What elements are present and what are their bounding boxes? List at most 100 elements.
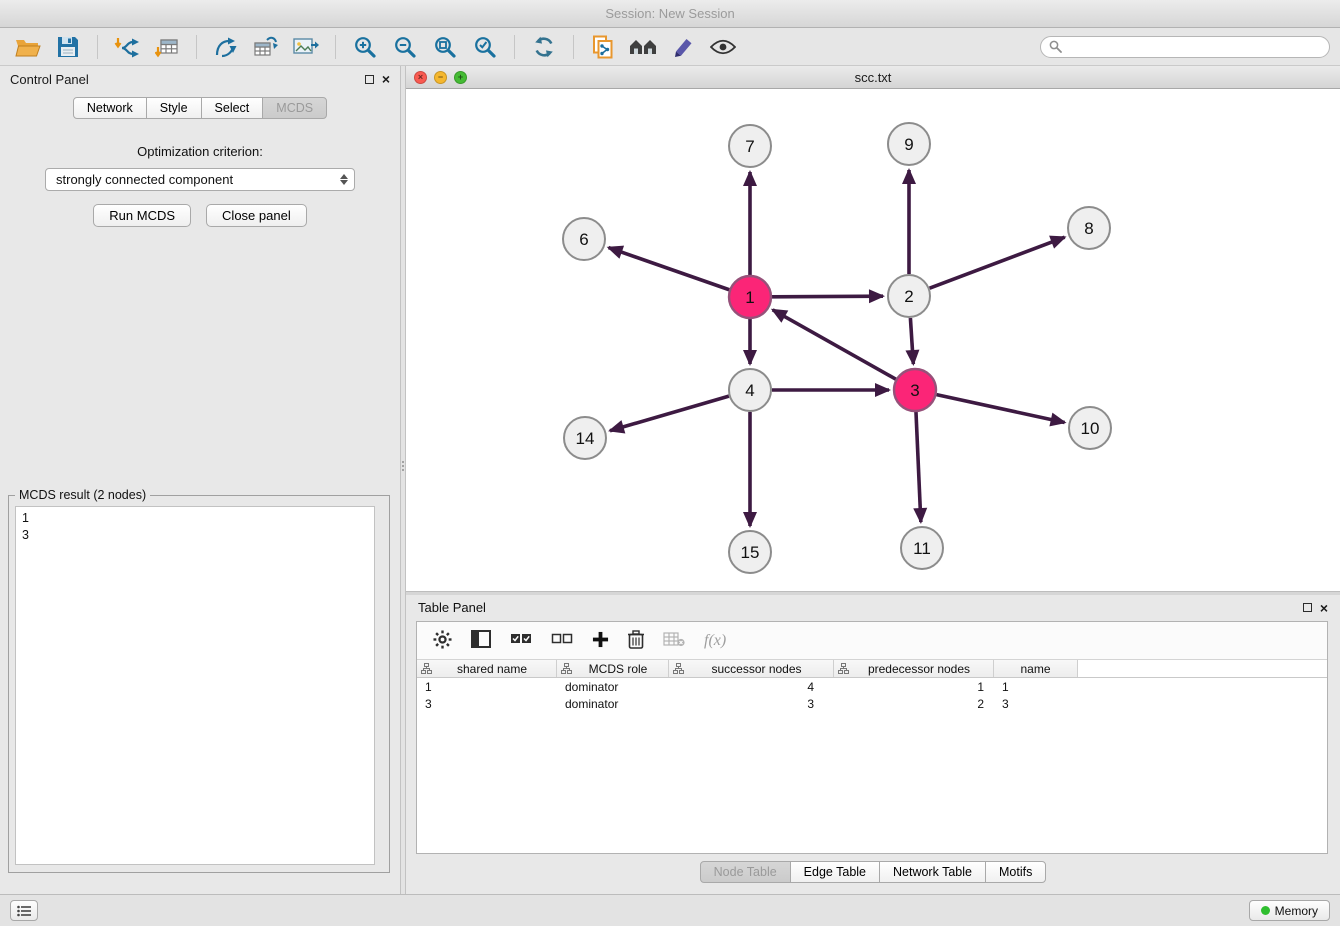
graph-edge-3-10[interactable] [936,395,1064,423]
control-panel-title: Control Panel [10,72,89,87]
graph-node-label: 10 [1081,419,1100,438]
network-canvas[interactable]: 7 9 6 8 1 2 4 3 14 10 15 11 [406,89,1340,591]
table-cell[interactable]: 3 [994,697,1078,711]
control-panel: Control Panel × Network Style Select MCD… [0,66,400,894]
task-history-button[interactable] [10,900,38,921]
graph-node-2[interactable]: 2 [888,275,930,317]
main-area: Control Panel × Network Style Select MCD… [0,66,1340,894]
mcds-result-item[interactable]: 1 [22,510,368,527]
float-panel-icon[interactable] [365,75,374,84]
tab-motifs[interactable]: Motifs [985,861,1046,883]
annotation-icon [672,36,694,58]
graph-node-8[interactable]: 8 [1068,207,1110,249]
copy-style-button[interactable] [585,32,621,62]
select-all-button[interactable] [510,631,532,650]
add-column-button[interactable] [592,631,609,651]
save-button[interactable] [50,32,86,62]
close-panel-icon[interactable]: × [1320,601,1328,615]
graph-edge-1-6[interactable] [609,248,730,290]
graph-node-9[interactable]: 9 [888,123,930,165]
network-from-table-button[interactable] [248,32,284,62]
network-window: × − + scc.txt 7968124314101511 [406,66,1340,592]
graph-node-3[interactable]: 3 [894,369,936,411]
copy-style-icon [592,35,614,59]
table-row[interactable]: 3dominator323 [417,695,1327,712]
graph-edge-4-14[interactable] [610,396,729,431]
open-folder-button[interactable] [10,32,46,62]
function-builder-button[interactable]: f(x) [704,632,726,650]
graph-node-10[interactable]: 10 [1069,407,1111,449]
tab-style[interactable]: Style [146,97,202,119]
delete-column-button[interactable] [628,630,644,652]
table-settings-button[interactable] [433,630,452,652]
deselect-all-button[interactable] [551,631,573,650]
tab-select[interactable]: Select [201,97,264,119]
close-panel-button[interactable]: Close panel [206,204,307,227]
show-columns-button[interactable] [471,630,491,651]
search-input[interactable] [1040,36,1330,58]
window-close-icon[interactable]: × [414,71,427,84]
table-cell[interactable]: 2 [834,697,994,711]
zoom-out-button[interactable] [387,32,423,62]
column-header-predecessor-nodes[interactable]: predecessor nodes [834,660,994,677]
refresh-layout-button[interactable] [526,32,562,62]
tab-node-table[interactable]: Node Table [700,861,791,883]
tab-network-table[interactable]: Network Table [879,861,986,883]
graph-node-11[interactable]: 11 [901,527,943,569]
column-header-mcds-role[interactable]: MCDS role [557,660,669,677]
table-cell[interactable]: 1 [417,680,557,694]
graph-edge-3-11[interactable] [916,412,921,522]
graph-node-1[interactable]: 1 [729,276,771,318]
window-minimize-icon[interactable]: − [434,71,447,84]
graph-node-label: 1 [745,288,754,307]
show-graphics-details-button[interactable] [705,32,741,62]
status-bar: Memory [0,894,1340,926]
table-rows: 1dominator4113dominator323 [417,678,1327,853]
tab-edge-table[interactable]: Edge Table [790,861,880,883]
table-cell[interactable]: 1 [834,680,994,694]
zoom-selected-icon [473,35,497,59]
graph-node-7[interactable]: 7 [729,125,771,167]
table-cell[interactable]: dominator [557,697,669,711]
table-cell[interactable]: 3 [669,697,834,711]
graph-edge-1-2[interactable] [772,296,883,297]
graph-edge-2-3[interactable] [910,318,913,364]
mcds-result-list[interactable]: 13 [15,506,375,865]
graph-node-15[interactable]: 15 [729,531,771,573]
memory-button[interactable]: Memory [1249,900,1330,921]
table-cell[interactable]: 1 [994,680,1078,694]
graph-edge-2-8[interactable] [930,237,1065,288]
close-panel-icon[interactable]: × [382,72,390,86]
search-box [1040,36,1330,58]
new-network-button[interactable] [208,32,244,62]
graph-node-14[interactable]: 14 [564,417,606,459]
table-cell[interactable]: 4 [669,680,834,694]
delete-table-button[interactable] [663,631,685,650]
zoom-selected-button[interactable] [467,32,503,62]
column-header-successor-nodes[interactable]: successor nodes [669,660,834,677]
annotation-button[interactable] [665,32,701,62]
table-row[interactable]: 1dominator411 [417,678,1327,695]
run-mcds-button[interactable]: Run MCDS [93,204,191,227]
window-zoom-icon[interactable]: + [454,71,467,84]
mcds-result-item[interactable]: 3 [22,527,368,544]
tab-network[interactable]: Network [73,97,147,119]
zoom-in-button[interactable] [347,32,383,62]
zoom-fit-button[interactable] [427,32,463,62]
float-panel-icon[interactable] [1303,603,1312,612]
import-table-button[interactable] [149,32,185,62]
column-header-shared-name[interactable]: shared name [417,660,557,677]
toolbar-separator [335,35,336,59]
first-neighbors-button[interactable] [625,32,661,62]
import-network-button[interactable] [109,32,145,62]
table-cell[interactable]: dominator [557,680,669,694]
tab-mcds[interactable]: MCDS [262,97,327,119]
graph-edge-3-1[interactable] [773,310,896,379]
export-image-button[interactable] [288,32,324,62]
table-cell[interactable]: 3 [417,697,557,711]
hierarchy-icon [673,663,684,674]
optimization-criterion-dropdown[interactable]: strongly connected component [45,168,355,191]
column-header-name[interactable]: name [994,660,1078,677]
graph-node-4[interactable]: 4 [729,369,771,411]
graph-node-6[interactable]: 6 [563,218,605,260]
